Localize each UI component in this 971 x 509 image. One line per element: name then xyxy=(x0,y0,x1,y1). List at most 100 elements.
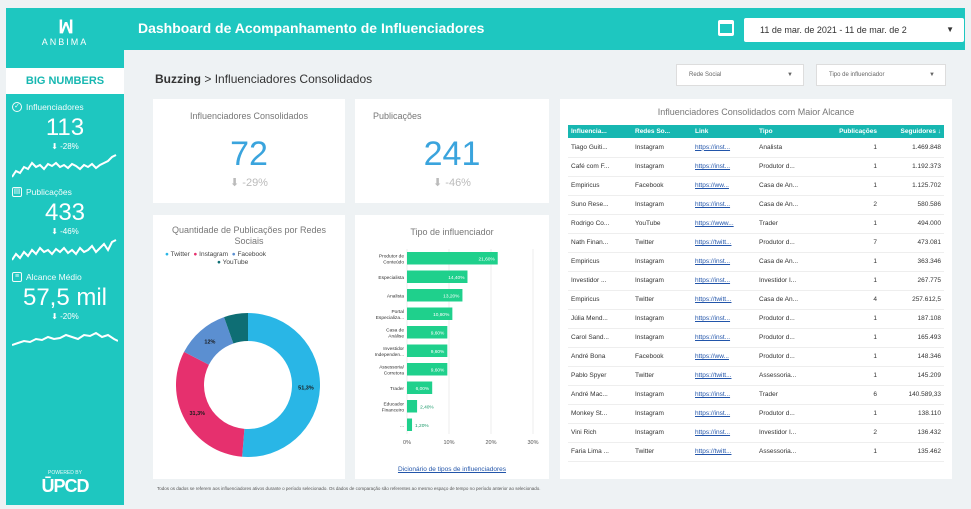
table-cell: 7 xyxy=(822,233,880,253)
table-cell[interactable]: https://www... xyxy=(692,214,756,234)
table-row: Pablo Spyer Twitter https://twitt... Assess… xyxy=(568,366,944,386)
kpi-delta: ⬇ -46% xyxy=(433,177,471,189)
table-row: Café com F... Instagram https://inst... Pro… xyxy=(568,157,944,177)
filter-label: Rede Social xyxy=(689,72,722,78)
category-label: Análise xyxy=(388,333,404,339)
x-tick-label: 10% xyxy=(443,440,454,446)
table-cell[interactable]: https://inst... xyxy=(692,423,756,443)
table-cell[interactable]: https://inst... xyxy=(692,271,756,291)
bar-data-label: 9,60% xyxy=(431,349,445,355)
donut-slice-instagram[interactable] xyxy=(176,351,245,457)
table-row: Júlia Mend... Instagram https://inst... Pro… xyxy=(568,309,944,329)
category-label: Especializa... xyxy=(376,315,404,321)
kpi-title: Publicações xyxy=(373,111,422,121)
breadcrumb: Buzzing > Influenciadores Consolidados xyxy=(155,72,372,86)
table-cell: Casa de An... xyxy=(756,252,822,272)
table-cell[interactable]: https://inst... xyxy=(692,385,756,405)
table-cell: Instagram xyxy=(632,404,692,424)
table-cell[interactable]: https://twitt... xyxy=(692,366,756,386)
table-cell: 135.462 xyxy=(880,442,944,462)
table-cell: Nath Finan... xyxy=(568,233,632,253)
kpi-delta: ⬇ -29% xyxy=(230,177,268,189)
table-row: André Bona Facebook https://ww... Produtor … xyxy=(568,347,944,367)
table-cell: Casa de An... xyxy=(756,290,822,310)
bar[interactable] xyxy=(407,400,418,413)
table-cell: 6 xyxy=(822,385,880,405)
table-cell: Instagram xyxy=(632,195,692,215)
legend-label: Facebook xyxy=(237,251,266,258)
table-cell: 2 xyxy=(822,195,880,215)
legend-label: YouTube xyxy=(222,259,249,266)
table-row: Faria Lima ... Twitter https://twitt... Ass… xyxy=(568,442,944,462)
table-cell[interactable]: https://inst... xyxy=(692,309,756,329)
table-cell: 363.346 xyxy=(880,252,944,272)
table-cell: 4 xyxy=(822,290,880,310)
metric-publicacoes: ▤ Publicações 433 ⬇ -46% xyxy=(6,187,124,264)
column-header[interactable]: Publicações xyxy=(822,125,880,138)
column-header[interactable]: Seguidores ↓ xyxy=(880,125,944,138)
category-label: Educador xyxy=(383,401,404,407)
table-cell[interactable]: https://inst... xyxy=(692,157,756,177)
table-row: Empiricus Instagram https://inst... Casa de… xyxy=(568,252,944,272)
table-cell[interactable]: https://twitt... xyxy=(692,290,756,310)
table-cell[interactable]: https://inst... xyxy=(692,138,756,158)
column-header[interactable]: Tipo xyxy=(756,125,822,138)
table-cell[interactable]: https://twitt... xyxy=(692,442,756,462)
column-header[interactable]: Link xyxy=(692,125,756,138)
filter-tipo-influenciador[interactable]: Tipo de influenciador ▼ xyxy=(816,64,946,86)
sparkline-influenciadores xyxy=(12,154,117,178)
table-cell[interactable]: https://inst... xyxy=(692,328,756,348)
table-cell: 473.081 xyxy=(880,233,944,253)
metric-delta: ⬇ -46% xyxy=(51,227,79,236)
table-cell[interactable]: https://twitt... xyxy=(692,233,756,253)
bar[interactable] xyxy=(407,418,413,432)
breadcrumb-section[interactable]: Buzzing xyxy=(155,72,201,86)
table-cell: Tiago Guiti... xyxy=(568,138,632,158)
table-cell: Trader xyxy=(756,385,822,405)
category-label: ... xyxy=(400,424,404,429)
legend-item[interactable]: ● Instagram xyxy=(193,251,228,258)
table-cell: Faria Lima ... xyxy=(568,442,632,462)
table-cell[interactable]: https://inst... xyxy=(692,404,756,424)
table-cell[interactable]: https://inst... xyxy=(692,252,756,272)
calendar-icon[interactable] xyxy=(718,20,734,36)
table-row: Vini Rich Instagram https://inst... Investi… xyxy=(568,423,944,443)
table-cell: 1.192.373 xyxy=(880,157,944,177)
filter-rede-social[interactable]: Rede Social ▼ xyxy=(676,64,804,86)
table-cell: 257.612,5 xyxy=(880,290,944,310)
table-cell: Suno Rese... xyxy=(568,195,632,215)
x-tick-label: 20% xyxy=(485,440,496,446)
table-row: Investidor ... Instagram https://inst... In… xyxy=(568,271,944,291)
table-cell: Assessoria... xyxy=(756,442,822,462)
table-cell: Instagram xyxy=(632,157,692,177)
table-cell: Rodrigo Co... xyxy=(568,214,632,234)
metric-delta: ⬇ -20% xyxy=(51,312,79,321)
table-cell: Twitter xyxy=(632,442,692,462)
date-range-picker[interactable]: 11 de mar. de 2021 - 11 de mar. de 2 ▼ xyxy=(744,18,964,42)
category-label: Independen... xyxy=(375,352,404,358)
bar-data-label: 13,20% xyxy=(443,293,460,299)
table-cell[interactable]: https://inst... xyxy=(692,195,756,215)
category-label: Investidor xyxy=(383,346,404,352)
dicionario-link[interactable]: Dicionário de tipos de influenciadores xyxy=(355,466,549,473)
donut-chart-card: Quantidade de Publicações por Redes Soci… xyxy=(153,215,345,479)
sidebar: ꟽ ANBIMA BIG NUMBERS ✓ Influenciadores 11… xyxy=(6,8,124,505)
table-card: Influenciadores Consolidados com Maior A… xyxy=(560,99,952,479)
column-header[interactable]: Influencia... xyxy=(568,125,632,138)
column-header[interactable]: Redes So... xyxy=(632,125,692,138)
table-cell: 267.775 xyxy=(880,271,944,291)
table-cell: Empiricus xyxy=(568,176,632,196)
table-cell: Instagram xyxy=(632,328,692,348)
check-circle-icon: ✓ xyxy=(12,102,22,112)
table-cell[interactable]: https://ww... xyxy=(692,347,756,367)
table-cell[interactable]: https://ww... xyxy=(692,176,756,196)
legend-item[interactable]: ● Facebook xyxy=(232,251,266,258)
legend-item[interactable]: ● YouTube xyxy=(165,259,248,266)
table-row: Empiricus Facebook https://ww... Casa de An… xyxy=(568,176,944,196)
table-cell: Produtor d... xyxy=(756,309,822,329)
table-cell: 145.209 xyxy=(880,366,944,386)
category-label: Trader xyxy=(390,386,404,392)
chevron-down-icon: ▼ xyxy=(946,25,954,34)
legend-item[interactable]: ● Twitter xyxy=(165,251,190,258)
table-cell: 165.493 xyxy=(880,328,944,348)
